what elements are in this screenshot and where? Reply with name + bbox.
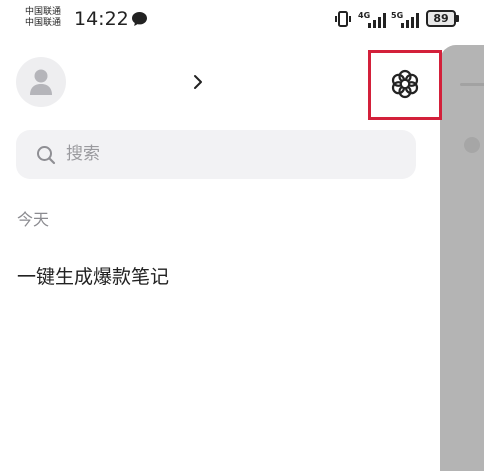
signal-bars-icon — [401, 13, 419, 28]
section-title-today: 今天 — [17, 210, 50, 229]
signal-5g-icon: 5G — [391, 11, 423, 28]
battery-tip — [456, 15, 459, 22]
flower-icon — [391, 69, 419, 99]
search-icon — [37, 146, 56, 165]
signal-bars-icon — [368, 13, 386, 28]
search-input[interactable]: 搜索 — [16, 130, 416, 179]
search-placeholder: 搜索 — [66, 144, 100, 164]
avatar-person-icon — [30, 69, 52, 95]
background-menu-line — [460, 83, 484, 86]
clock: 14:22 — [74, 8, 129, 30]
chat-bubble-icon — [132, 12, 147, 26]
signal-4g-icon: 4G — [358, 11, 390, 28]
drawer-screen: 中国联通 中国联通 14:22 4G 5G 89 搜索 今天 一键生成爆款笔记 — [0, 0, 484, 471]
profile-row[interactable] — [16, 57, 216, 107]
avatar[interactable] — [16, 57, 66, 107]
flower-button[interactable] — [368, 50, 442, 120]
vibrate-icon — [335, 11, 351, 27]
background-avatar — [464, 137, 480, 153]
carrier-label-1: 中国联通 — [25, 7, 62, 17]
status-bar: 中国联通 中国联通 14:22 4G 5G 89 — [0, 0, 484, 36]
battery-icon: 89 — [426, 10, 456, 27]
chevron-right-icon[interactable] — [192, 74, 204, 90]
carrier-labels: 中国联通 中国联通 — [25, 7, 61, 29]
carrier-label-2: 中国联通 — [25, 18, 62, 28]
history-item[interactable]: 一键生成爆款笔记 — [17, 265, 169, 289]
background-page[interactable] — [440, 45, 484, 471]
